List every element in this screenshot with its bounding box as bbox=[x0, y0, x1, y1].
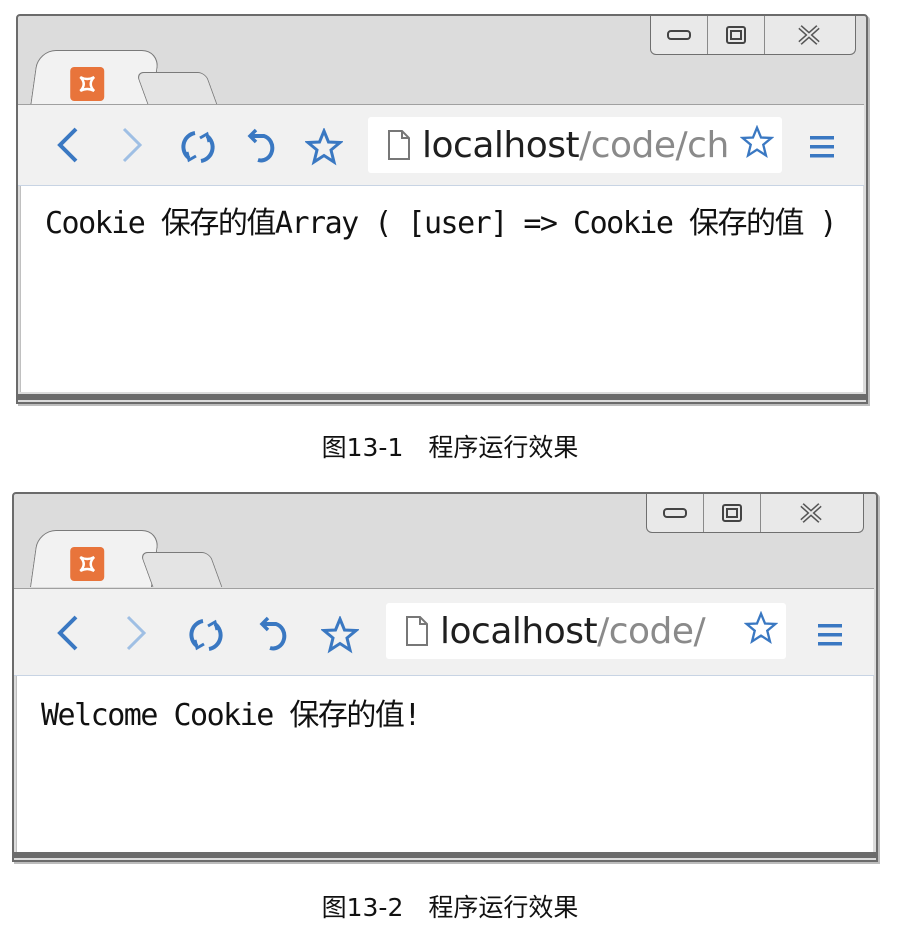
new-tab-button[interactable] bbox=[139, 552, 223, 587]
hamburger-menu-icon[interactable] bbox=[806, 611, 854, 659]
url-text: localhost/code/ bbox=[440, 610, 706, 652]
star-icon[interactable] bbox=[300, 123, 348, 171]
minimize-button[interactable] bbox=[651, 16, 707, 54]
url-text: localhost/code/ch bbox=[422, 125, 729, 166]
close-button[interactable] bbox=[760, 494, 861, 532]
window-caption-buttons bbox=[646, 494, 864, 533]
page-content: Welcome Cookie 保存的值! bbox=[16, 676, 873, 852]
window-bottom-edge bbox=[18, 394, 866, 400]
browser-toolbar: localhost/code/ch bbox=[18, 104, 864, 186]
figure-caption-1: 图13-1 程序运行效果 bbox=[321, 433, 579, 462]
page-icon bbox=[400, 611, 434, 651]
page-content: Cookie 保存的值Array ( [user] => Cookie 保存的值… bbox=[20, 186, 863, 392]
figure-caption-2: 图13-2 程序运行效果 bbox=[321, 893, 579, 922]
page-icon bbox=[382, 125, 416, 165]
reload-icon[interactable] bbox=[182, 611, 230, 659]
browser-window-1: localhost/code/ch Cookie 保存的值Array ( [us… bbox=[16, 14, 868, 404]
browser-toolbar: localhost/code/ bbox=[14, 588, 874, 676]
chevron-left-icon[interactable] bbox=[44, 609, 92, 657]
star-icon[interactable] bbox=[316, 611, 364, 659]
content-text: Cookie 保存的值Array ( [user] => Cookie 保存的值… bbox=[45, 206, 838, 241]
undo-icon[interactable] bbox=[250, 611, 298, 659]
undo-icon[interactable] bbox=[238, 123, 286, 171]
hamburger-menu-icon[interactable] bbox=[798, 123, 846, 171]
maximize-button[interactable] bbox=[703, 494, 760, 532]
content-text: Welcome Cookie 保存的值! bbox=[41, 698, 421, 733]
maximize-button[interactable] bbox=[707, 16, 764, 54]
url-path: /code/ch bbox=[579, 124, 729, 166]
url-host: localhost bbox=[422, 124, 580, 166]
xampp-icon bbox=[70, 547, 105, 581]
chevron-left-icon[interactable] bbox=[44, 121, 92, 169]
window-bottom-edge bbox=[14, 852, 876, 858]
new-tab-button[interactable] bbox=[135, 72, 219, 107]
browser-window-2: localhost/code/ Welcome Cookie 保存的值! bbox=[12, 492, 878, 862]
bookmark-star-icon[interactable] bbox=[740, 610, 779, 649]
bookmark-star-icon[interactable] bbox=[736, 124, 775, 163]
active-tab[interactable] bbox=[29, 530, 161, 587]
address-bar[interactable]: localhost/code/ch bbox=[368, 117, 782, 173]
close-button[interactable] bbox=[764, 16, 853, 54]
chevron-right-icon[interactable] bbox=[108, 121, 156, 169]
xampp-icon bbox=[70, 67, 105, 101]
reload-icon[interactable] bbox=[174, 123, 222, 171]
minimize-button[interactable] bbox=[647, 494, 703, 532]
window-caption-buttons bbox=[650, 16, 856, 55]
chevron-right-icon[interactable] bbox=[112, 609, 160, 657]
url-path: /code/ bbox=[597, 610, 706, 652]
url-host: localhost bbox=[440, 610, 598, 652]
address-bar[interactable]: localhost/code/ bbox=[386, 603, 786, 659]
